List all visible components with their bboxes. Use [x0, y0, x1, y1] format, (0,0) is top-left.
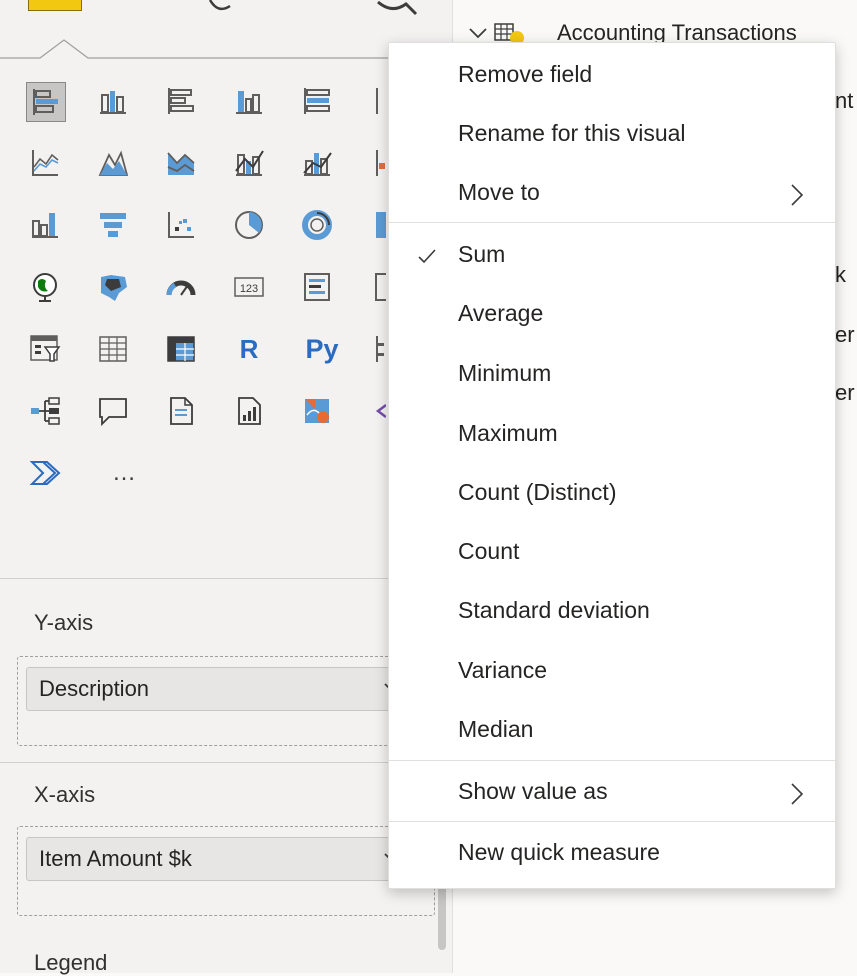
multi-row-card-icon[interactable]	[298, 268, 336, 306]
menu-item-label: Minimum	[458, 360, 552, 386]
line-chart-icon[interactable]	[26, 144, 64, 182]
pane-tab-strip	[0, 0, 452, 59]
menu-item-remove-field[interactable]: Remove field	[389, 47, 835, 105]
yaxis-well-label: Y-axis	[34, 610, 94, 635]
menu-item-label: Show value as	[458, 778, 608, 804]
python-visual-icon[interactable]: Py	[298, 330, 346, 368]
xaxis-well-label: X-axis	[34, 782, 96, 807]
xaxis-field-name: Item Amount $k	[39, 846, 192, 871]
stacked-bar-chart-icon[interactable]	[26, 82, 66, 122]
key-influencers-partial-icon[interactable]	[366, 330, 386, 368]
menu-item-rename[interactable]: Rename for this visual	[389, 106, 835, 164]
menu-separator	[389, 821, 835, 822]
yaxis-well[interactable]: Description	[17, 656, 435, 746]
r-visual-icon[interactable]: R	[230, 330, 268, 368]
menu-item-label: Count (Distinct)	[458, 479, 617, 505]
treemap-partial-icon[interactable]	[366, 206, 386, 244]
python-visual-label: Py	[305, 333, 339, 364]
menu-item-sum[interactable]: Sum	[389, 227, 835, 285]
visualizations-pane: 123 R Py … Y-axis Description X-axis Ite…	[0, 0, 453, 975]
checkmark-icon	[418, 249, 436, 264]
menu-item-move-to[interactable]: Move to	[389, 165, 835, 223]
field-item-partial[interactable]: er	[835, 322, 855, 348]
100-stacked-bar-chart-icon[interactable]	[298, 82, 336, 120]
ribbon-chart-icon[interactable]	[26, 206, 64, 244]
yaxis-field-name: Description	[39, 676, 150, 701]
menu-item-label: Sum	[458, 241, 506, 267]
smart-narrative-icon[interactable]	[162, 392, 200, 430]
gauge-icon[interactable]	[162, 268, 200, 306]
menu-separator	[389, 222, 835, 223]
funnel-chart-icon[interactable]	[94, 206, 132, 244]
xaxis-field-pill[interactable]: Item Amount $k	[26, 837, 422, 881]
stacked-column-chart-icon[interactable]	[94, 82, 132, 120]
scatter-chart-icon[interactable]	[162, 206, 200, 244]
field-item-partial[interactable]: k	[835, 262, 846, 288]
pie-chart-icon[interactable]	[230, 206, 268, 244]
section-divider	[0, 762, 452, 763]
menu-separator	[389, 760, 835, 761]
analytics-icon[interactable]	[372, 0, 422, 20]
menu-item-label: Median	[458, 716, 534, 742]
clustered-bar-chart-icon[interactable]	[162, 82, 200, 120]
menu-item-label: Variance	[458, 657, 548, 683]
yaxis-field-pill[interactable]: Description	[26, 667, 422, 711]
menu-item-label: Move to	[458, 179, 540, 205]
section-divider	[0, 578, 452, 579]
ribbon-chart-partial-icon[interactable]	[366, 144, 386, 182]
tab-caret	[0, 39, 452, 59]
filled-map-icon[interactable]	[94, 268, 132, 306]
field-context-menu: Remove field Rename for this visual Move…	[388, 42, 836, 889]
menu-item-label: New quick measure	[458, 839, 660, 865]
menu-item-label: Remove field	[458, 61, 593, 87]
line-and-column-chart-icon[interactable]	[230, 144, 268, 182]
menu-item-count-distinct[interactable]: Count (Distinct)	[389, 465, 835, 523]
area-chart-icon[interactable]	[94, 144, 132, 182]
power-apps-partial-icon[interactable]	[366, 392, 386, 430]
decomposition-tree-icon[interactable]	[26, 392, 64, 430]
field-item-partial[interactable]: nt	[835, 88, 853, 114]
build-visual-tab[interactable]	[28, 0, 82, 11]
matrix-icon[interactable]	[162, 330, 200, 368]
chevron-right-icon	[791, 783, 804, 805]
line-and-clustered-column-chart-icon[interactable]	[298, 144, 336, 182]
menu-item-show-value-as[interactable]: Show value as	[389, 764, 835, 822]
menu-item-count[interactable]: Count	[389, 524, 835, 582]
kpi-partial-icon[interactable]	[366, 268, 386, 306]
map-icon[interactable]	[26, 268, 64, 306]
menu-item-label: Maximum	[458, 420, 558, 446]
menu-item-label: Rename for this visual	[458, 120, 686, 146]
menu-item-new-quick-measure[interactable]: New quick measure	[389, 825, 835, 883]
field-item-partial[interactable]: er	[835, 380, 855, 406]
power-automate-icon[interactable]	[26, 454, 64, 492]
more-visuals-icon[interactable]: …	[94, 454, 154, 492]
menu-item-average[interactable]: Average	[389, 286, 835, 344]
menu-item-standard-deviation[interactable]: Standard deviation	[389, 583, 835, 641]
more-visuals-label: …	[112, 459, 136, 486]
qa-icon[interactable]	[94, 392, 132, 430]
menu-item-minimum[interactable]: Minimum	[389, 346, 835, 404]
legend-well-label: Legend	[34, 950, 108, 975]
table-icon[interactable]	[94, 330, 132, 368]
card-label: 123	[240, 283, 258, 295]
menu-item-label: Standard deviation	[458, 597, 650, 623]
paginated-report-icon[interactable]	[230, 392, 268, 430]
donut-chart-icon[interactable]	[298, 206, 336, 244]
menu-item-label: Count	[458, 538, 520, 564]
clustered-column-chart-icon[interactable]	[230, 82, 268, 120]
stacked-area-chart-icon[interactable]	[162, 144, 200, 182]
chevron-right-icon	[791, 184, 804, 206]
slicer-icon[interactable]	[26, 330, 64, 368]
arcgis-map-icon[interactable]	[298, 392, 336, 430]
menu-item-median[interactable]: Median	[389, 702, 835, 760]
chevron-down-icon[interactable]	[467, 26, 489, 42]
r-visual-label: R	[239, 333, 259, 364]
card-icon[interactable]: 123	[230, 268, 268, 306]
100-stacked-column-chart-icon[interactable]	[366, 82, 386, 120]
menu-item-maximum[interactable]: Maximum	[389, 406, 835, 464]
menu-item-label: Average	[458, 300, 544, 326]
xaxis-well[interactable]: Item Amount $k	[17, 826, 435, 916]
format-visual-icon[interactable]	[200, 0, 240, 20]
menu-item-variance[interactable]: Variance	[389, 643, 835, 701]
